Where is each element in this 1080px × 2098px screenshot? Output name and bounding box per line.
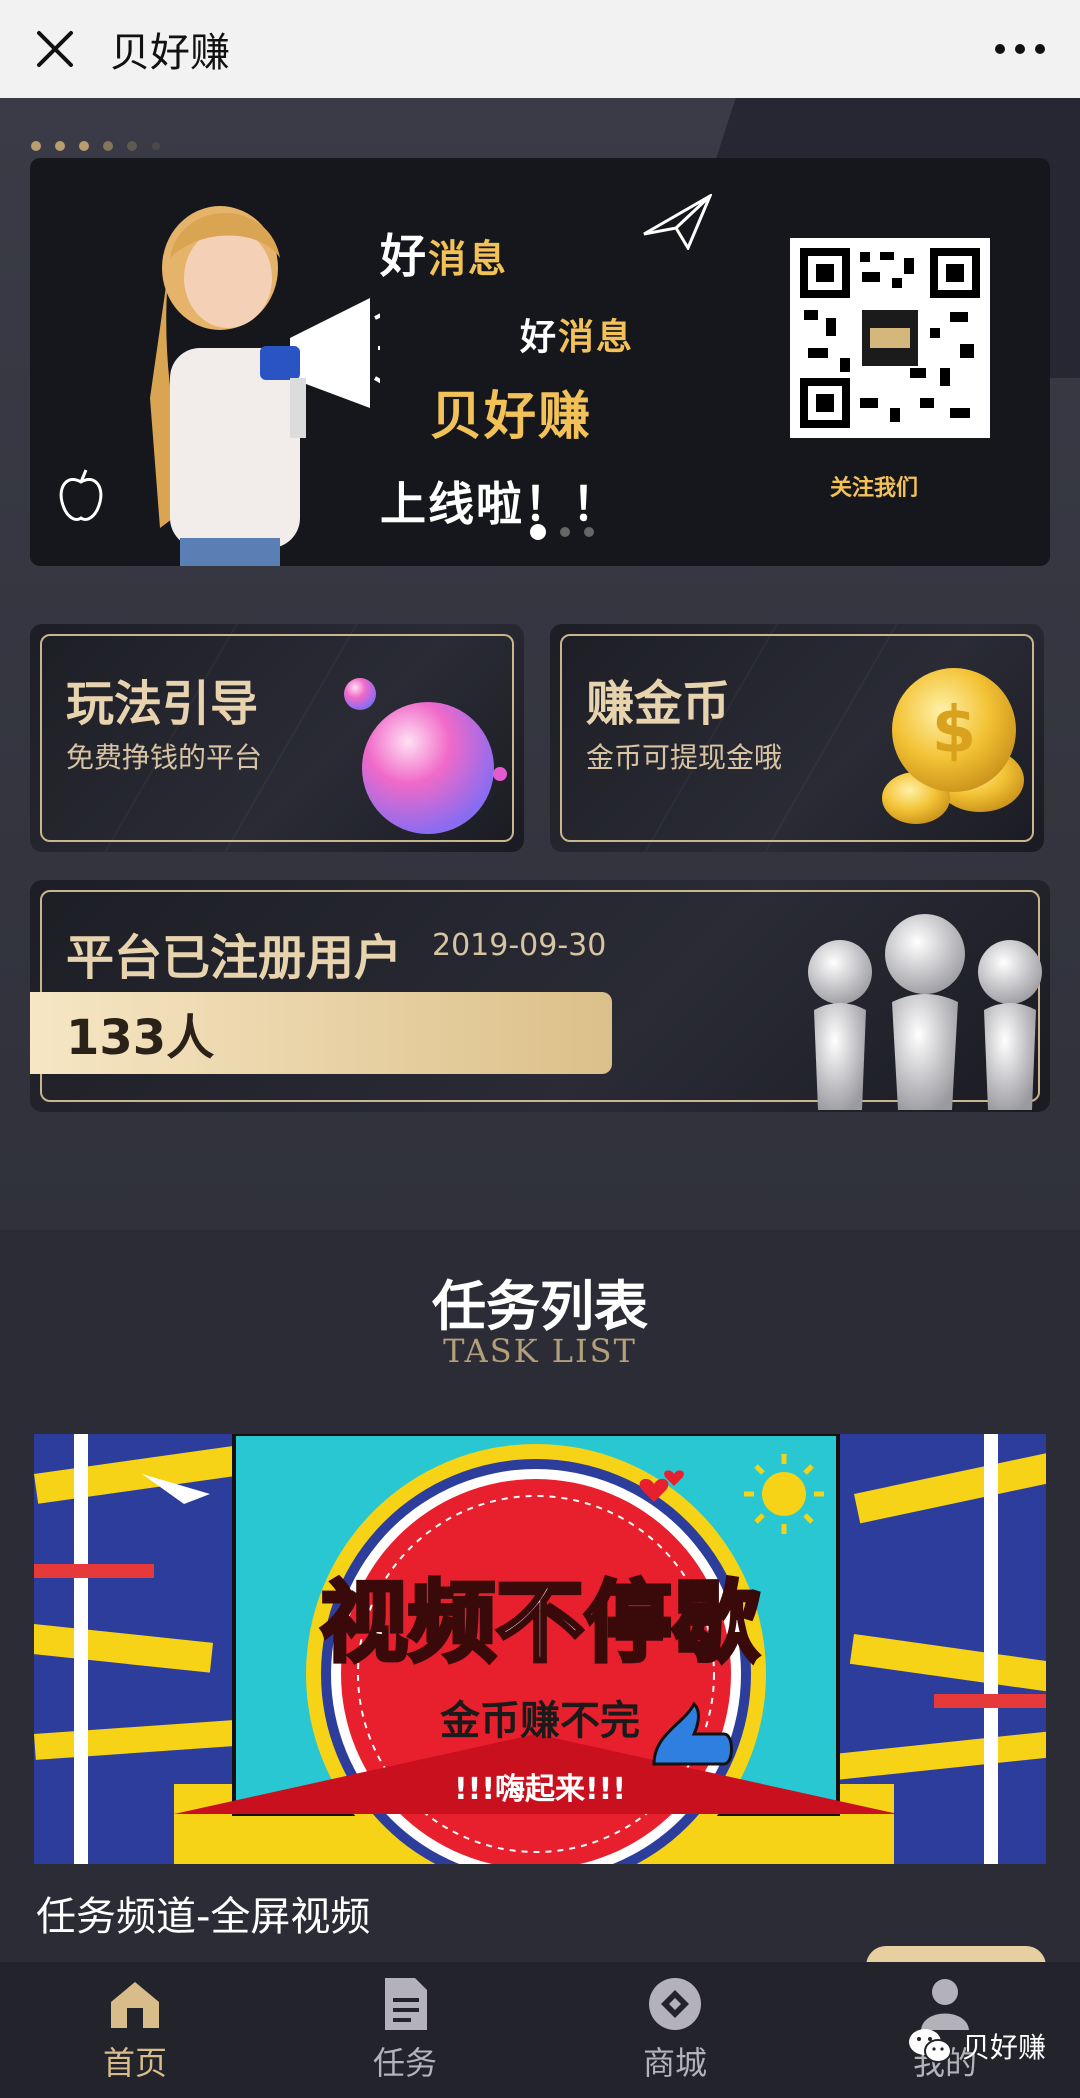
earn-coin-card[interactable]: 赚金币 金币可提现金哦 $ (550, 624, 1044, 852)
tab-tasks[interactable]: 任务 (270, 1962, 540, 2098)
guide-card[interactable]: 玩法引导 免费挣钱的平台 (30, 624, 524, 852)
task-item-name[interactable]: 任务频道-全屏视频 (36, 1884, 370, 1942)
people-figures-icon (808, 914, 1042, 1110)
qr-caption: 关注我们 (830, 476, 919, 501)
home-icon (111, 1982, 159, 2028)
promo-banner-carousel[interactable]: 好消息 好消息 贝好赚 上线啦！！ 关注我们 (30, 158, 1050, 566)
pager-dot[interactable] (560, 527, 570, 537)
paper-plane-icon (643, 194, 712, 250)
pager-dot-active[interactable] (530, 524, 546, 540)
task-section-title: 任务列表 (432, 1275, 648, 1338)
wechat-icon (908, 2029, 952, 2063)
user-icon (921, 1979, 969, 2030)
tab-shop[interactable]: 商城 (540, 1962, 810, 2098)
task-banner-subtitle: 金币赚不完 (440, 1698, 640, 1744)
task-banner-video[interactable]: 视频不停歇 金币赚不完 !!!嗨起来!!! (34, 1434, 1046, 1864)
wechat-watermark: 贝好赚 (908, 2026, 1046, 2066)
guide-card-subtitle: 免费挣钱的平台 (66, 741, 263, 774)
task-banner-tag: !!!嗨起来!!! (453, 1772, 627, 1807)
qr-code[interactable] (790, 238, 990, 438)
more-icon (995, 44, 1045, 54)
svg-text:$: $ (932, 694, 977, 768)
page-title: 贝好赚 (110, 30, 230, 76)
coin-card-title: 赚金币 (586, 676, 731, 732)
gold-coins-icon: $ (882, 668, 1024, 824)
banner-headline-2: 好消息 (520, 317, 635, 358)
more-button[interactable] (994, 0, 1046, 98)
girl-megaphone-illustration (150, 206, 380, 566)
bubble-icon (344, 678, 507, 834)
task-section-subtitle: TASK LIST (443, 1332, 637, 1370)
users-card-date: 2019-09-30 (432, 928, 607, 963)
carousel-pager (530, 524, 594, 540)
user-count: 133人 (66, 1010, 215, 1066)
guide-card-title: 玩法引导 (66, 676, 259, 732)
registered-users-card: 平台已注册用户 2019-09-30 133人 (30, 880, 1050, 1112)
pager-dot[interactable] (584, 527, 594, 537)
tab-tasks-label: 任务 (372, 2044, 437, 2082)
coin-card-subtitle: 金币可提现金哦 (586, 741, 783, 774)
users-card-title: 平台已注册用户 (66, 930, 403, 986)
close-icon (37, 31, 73, 67)
top-nav-bar: 贝好赚 (0, 0, 1080, 98)
tab-home-label: 首页 (102, 2044, 167, 2082)
document-icon (385, 1978, 427, 2030)
tab-home[interactable]: 首页 (0, 1962, 270, 2098)
tab-shop-label: 商城 (642, 2044, 707, 2082)
apple-icon (59, 469, 103, 521)
user-count-bar: 133人 (30, 992, 612, 1074)
banner-headline-3: 贝好赚 (430, 387, 593, 447)
banner-headline-1: 好消息 (380, 229, 509, 283)
task-banner-title: 视频不停歇 (318, 1569, 762, 1676)
shop-icon (649, 1978, 701, 2030)
watermark-text: 贝好赚 (961, 2031, 1046, 2064)
close-button[interactable] (0, 0, 110, 98)
